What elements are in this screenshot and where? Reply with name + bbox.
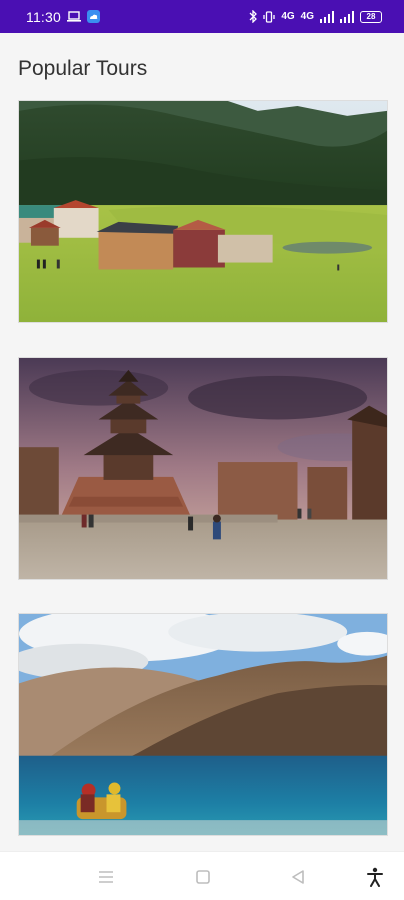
tour-card[interactable] (18, 613, 388, 836)
page-title: Popular Tours (18, 57, 148, 80)
pagoda-temple-square-photo (19, 358, 387, 579)
menu-icon[interactable] (95, 866, 117, 888)
laptop-icon (67, 10, 81, 24)
home-square-icon[interactable] (192, 866, 214, 888)
volte-icon: 4G (281, 11, 295, 22)
battery-icon: 28 (360, 10, 382, 23)
system-nav-bar (0, 851, 404, 900)
status-bar: 11:30 4G 4G 28 (0, 0, 404, 33)
tour-card[interactable] (18, 100, 388, 323)
accessibility-icon[interactable] (364, 866, 386, 888)
status-right: 4G 4G 28 (249, 10, 382, 24)
volte2-icon: 4G (300, 11, 314, 22)
status-left: 11:30 (26, 9, 100, 25)
back-triangle-icon[interactable] (287, 866, 309, 888)
vibrate-icon (263, 10, 275, 24)
mountain-lake-photo (19, 614, 387, 835)
mountain-valley-village-photo (19, 101, 387, 322)
cloud-app-icon (87, 10, 100, 24)
tour-card[interactable] (18, 357, 388, 580)
status-time: 11:30 (26, 8, 61, 25)
signal2-icon (340, 10, 354, 24)
signal-icon (320, 10, 334, 24)
bluetooth-icon (249, 10, 258, 24)
